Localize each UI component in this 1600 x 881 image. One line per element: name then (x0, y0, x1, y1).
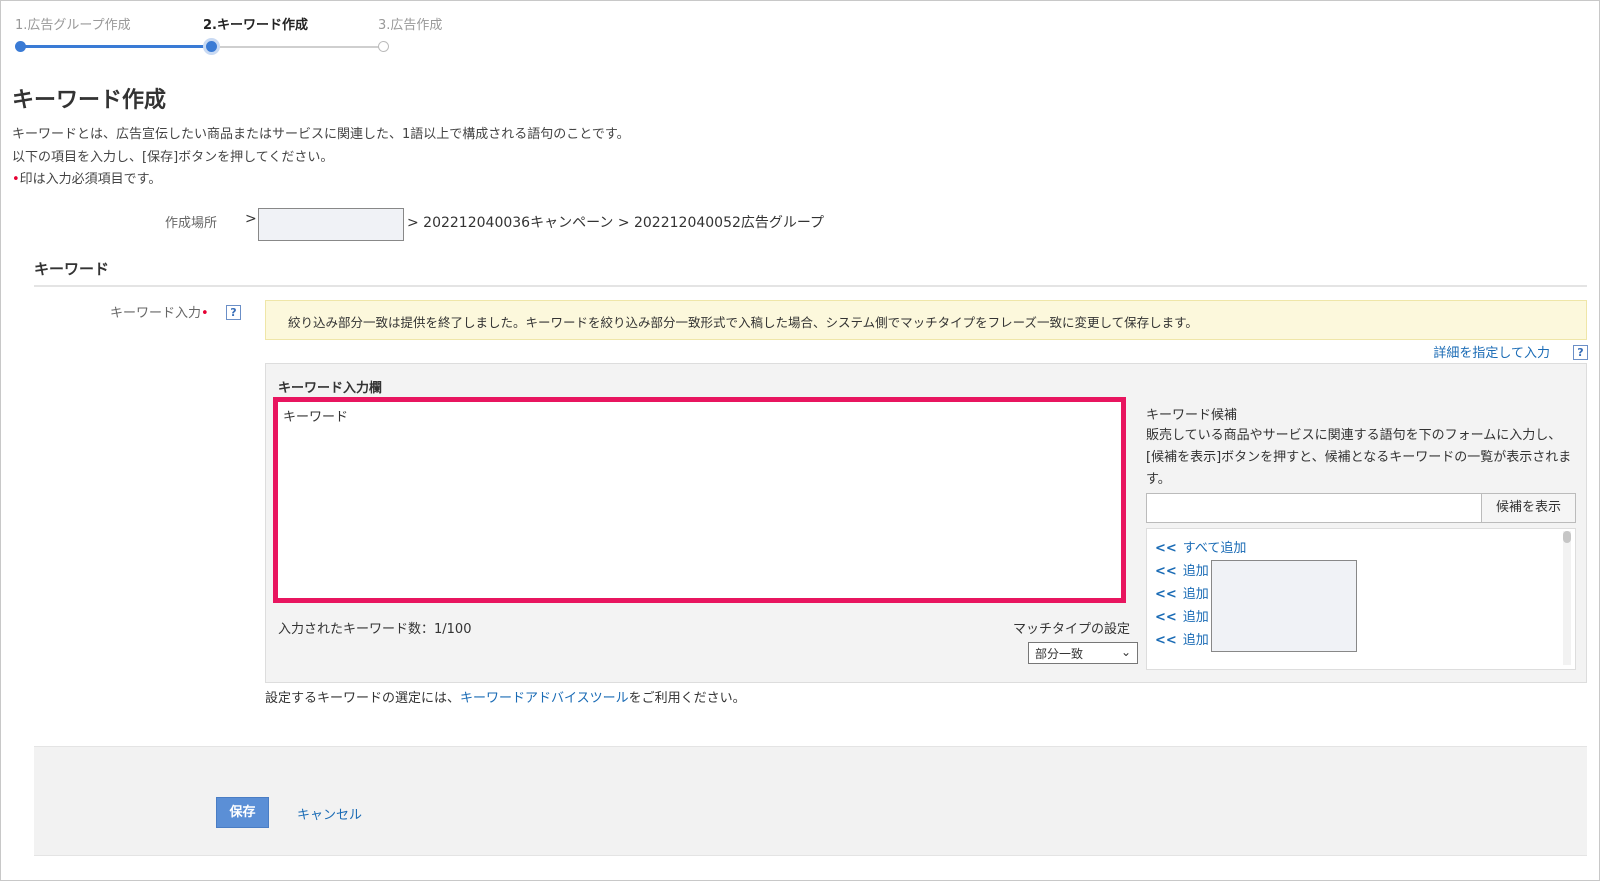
candidate-add-link[interactable]: << 追加 (1155, 629, 1209, 648)
step-3-label: 3.広告作成 (378, 18, 443, 33)
step-1-label: 1.広告グループ作成 (15, 18, 131, 33)
detail-help-icon[interactable]: ? (1573, 345, 1588, 360)
match-type-label: マッチタイプの設定 (1013, 622, 1131, 637)
step-line-pending (212, 46, 384, 48)
match-type-value: 部分一致 (1035, 647, 1084, 661)
candidate-list: << すべて追加 << 追加 << 追加 << 追加 << 追加 (1146, 528, 1576, 670)
location-path: > 202212040036キャンペーン > 202212040052広告グルー… (407, 215, 825, 231)
keyword-count: 入力されたキーワード数：1/100 (278, 622, 472, 637)
step-3-dot (378, 41, 389, 52)
account-name-redacted (258, 208, 404, 241)
location-label: 作成場所 (165, 216, 218, 231)
page-title: キーワード作成 (12, 88, 167, 113)
step-2-label: 2.キーワード作成 (203, 18, 308, 33)
candidate-add-link[interactable]: << 追加 (1155, 560, 1209, 579)
chevron-down-icon: ⌄ (1120, 645, 1131, 659)
description-line-3: •印は入力必須項目です。 (12, 172, 162, 187)
candidate-add-link[interactable]: << 追加 (1155, 583, 1209, 602)
section-title: キーワード (34, 260, 110, 278)
candidate-add-link[interactable]: << 追加 (1155, 606, 1209, 625)
candidate-scrollbar[interactable] (1563, 531, 1571, 665)
keyword-advice-tool-link[interactable]: キーワードアドバイスツール (460, 691, 629, 706)
panel-title: キーワード入力欄 (278, 381, 383, 396)
description-line-1: キーワードとは、広告宣伝したい商品またはサービスに関連した、1語以上で構成される… (12, 127, 630, 142)
candidates-title: キーワード候補 (1146, 408, 1238, 423)
keyword-textarea[interactable]: キーワード (273, 397, 1126, 603)
advice-text: 設定するキーワードの選定には、キーワードアドバイスツールをご利用ください。 (265, 691, 746, 706)
candidate-search-input[interactable] (1146, 493, 1482, 523)
scrollbar-thumb[interactable] (1563, 531, 1571, 543)
notice-banner: 絞り込み部分一致は提供を終了しました。キーワードを絞り込み部分一致形式で入稿した… (265, 300, 1587, 340)
keyword-input-label: キーワード入力• (110, 306, 209, 321)
section-divider (34, 285, 1587, 287)
step-1-dot (15, 41, 26, 52)
redacted-candidates (1211, 560, 1357, 652)
save-button[interactable]: 保存 (216, 797, 269, 828)
match-type-select[interactable]: 部分一致 ⌄ (1028, 642, 1138, 664)
show-candidates-button[interactable]: 候補を表示 (1481, 493, 1576, 523)
cancel-link[interactable]: キャンセル (297, 804, 362, 823)
step-2-dot (203, 38, 220, 55)
help-icon[interactable]: ? (226, 305, 241, 320)
location-separator: > (245, 211, 257, 227)
add-all-link[interactable]: << すべて追加 (1155, 537, 1246, 556)
step-line-done (20, 45, 212, 48)
detail-input-link[interactable]: 詳細を指定して入力 (1433, 342, 1550, 361)
candidates-description: 販売している商品やサービスに関連する語句を下のフォームに入力し、[候補を表示]ボ… (1146, 428, 1572, 487)
description-line-2: 以下の項目を入力し、[保存]ボタンを押してください。 (12, 150, 334, 165)
required-mark: • (12, 172, 20, 187)
